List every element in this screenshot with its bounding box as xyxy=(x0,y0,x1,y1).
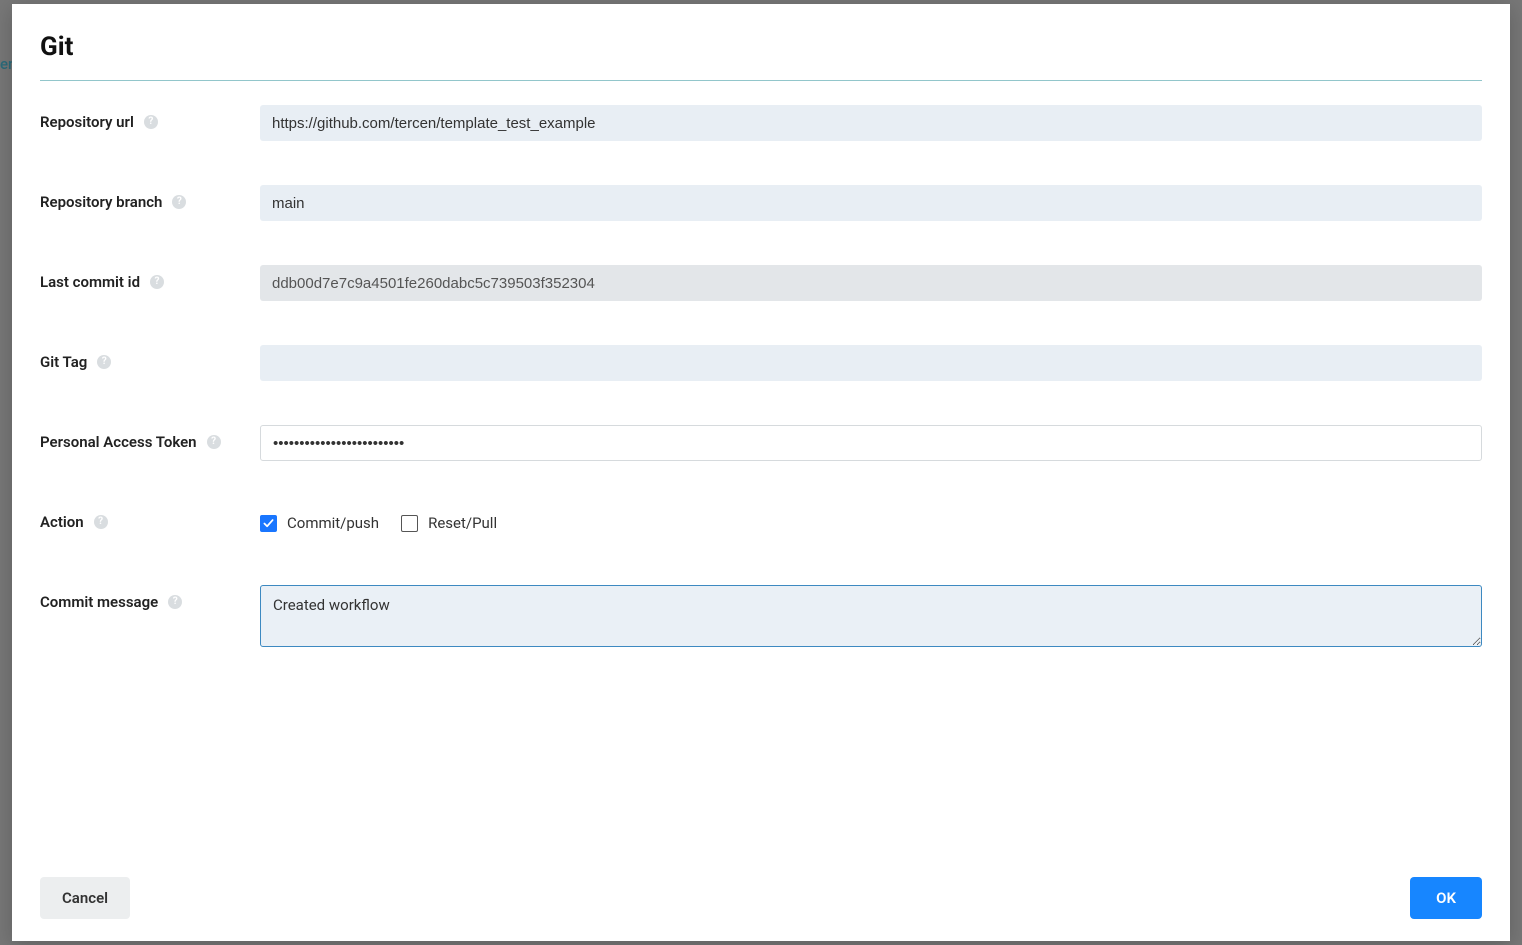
label-col: Repository branch ? xyxy=(40,185,260,211)
repository-branch-label: Repository branch xyxy=(40,193,162,211)
row-personal-access-token: Personal Access Token ? xyxy=(40,425,1482,461)
modal-content: Git Repository url ? Repository branch ? xyxy=(12,4,1510,859)
modal-title: Git xyxy=(40,32,1482,62)
field-col xyxy=(260,265,1482,301)
label-col: Commit message ? xyxy=(40,585,260,611)
help-icon[interactable]: ? xyxy=(97,355,111,369)
help-icon[interactable]: ? xyxy=(168,595,182,609)
row-git-tag: Git Tag ? xyxy=(40,345,1482,381)
help-icon[interactable]: ? xyxy=(150,275,164,289)
field-col xyxy=(260,345,1482,381)
git-modal: Git Repository url ? Repository branch ? xyxy=(12,4,1510,941)
field-col xyxy=(260,585,1482,651)
action-checkbox-group: Commit/push Reset/Pull xyxy=(260,505,1482,541)
row-action: Action ? Commit/push xyxy=(40,505,1482,541)
git-tag-label: Git Tag xyxy=(40,353,87,371)
label-col: Personal Access Token ? xyxy=(40,425,260,451)
field-col xyxy=(260,185,1482,221)
row-last-commit-id: Last commit id ? xyxy=(40,265,1482,301)
label-col: Action ? xyxy=(40,505,260,531)
form: Repository url ? Repository branch ? xyxy=(40,105,1482,695)
personal-access-token-input[interactable] xyxy=(260,425,1482,461)
field-col: Commit/push Reset/Pull xyxy=(260,505,1482,541)
commit-message-label: Commit message xyxy=(40,593,158,611)
commit-push-option: Commit/push xyxy=(260,514,379,532)
label-col: Git Tag ? xyxy=(40,345,260,371)
commit-message-textarea[interactable] xyxy=(260,585,1482,647)
reset-pull-label: Reset/Pull xyxy=(428,514,497,532)
reset-pull-checkbox[interactable] xyxy=(401,515,418,532)
last-commit-id-input xyxy=(260,265,1482,301)
help-icon[interactable]: ? xyxy=(172,195,186,209)
help-icon[interactable]: ? xyxy=(144,115,158,129)
reset-pull-option: Reset/Pull xyxy=(401,514,497,532)
git-tag-input[interactable] xyxy=(260,345,1482,381)
personal-access-token-label: Personal Access Token xyxy=(40,433,197,451)
repository-branch-input[interactable] xyxy=(260,185,1482,221)
row-commit-message: Commit message ? xyxy=(40,585,1482,651)
repository-url-label: Repository url xyxy=(40,113,134,131)
row-repository-branch: Repository branch ? xyxy=(40,185,1482,221)
title-divider xyxy=(40,80,1482,81)
row-repository-url: Repository url ? xyxy=(40,105,1482,141)
help-icon[interactable]: ? xyxy=(94,515,108,529)
help-icon[interactable]: ? xyxy=(207,435,221,449)
modal-footer: Cancel OK xyxy=(12,859,1510,941)
checkmark-icon xyxy=(263,518,274,529)
commit-push-label: Commit/push xyxy=(287,514,379,532)
last-commit-id-label: Last commit id xyxy=(40,273,140,291)
repository-url-input[interactable] xyxy=(260,105,1482,141)
commit-push-checkbox[interactable] xyxy=(260,515,277,532)
action-label: Action xyxy=(40,513,84,531)
field-col xyxy=(260,425,1482,461)
cancel-button[interactable]: Cancel xyxy=(40,877,130,919)
field-col xyxy=(260,105,1482,141)
ok-button[interactable]: OK xyxy=(1410,877,1482,919)
label-col: Repository url ? xyxy=(40,105,260,131)
label-col: Last commit id ? xyxy=(40,265,260,291)
